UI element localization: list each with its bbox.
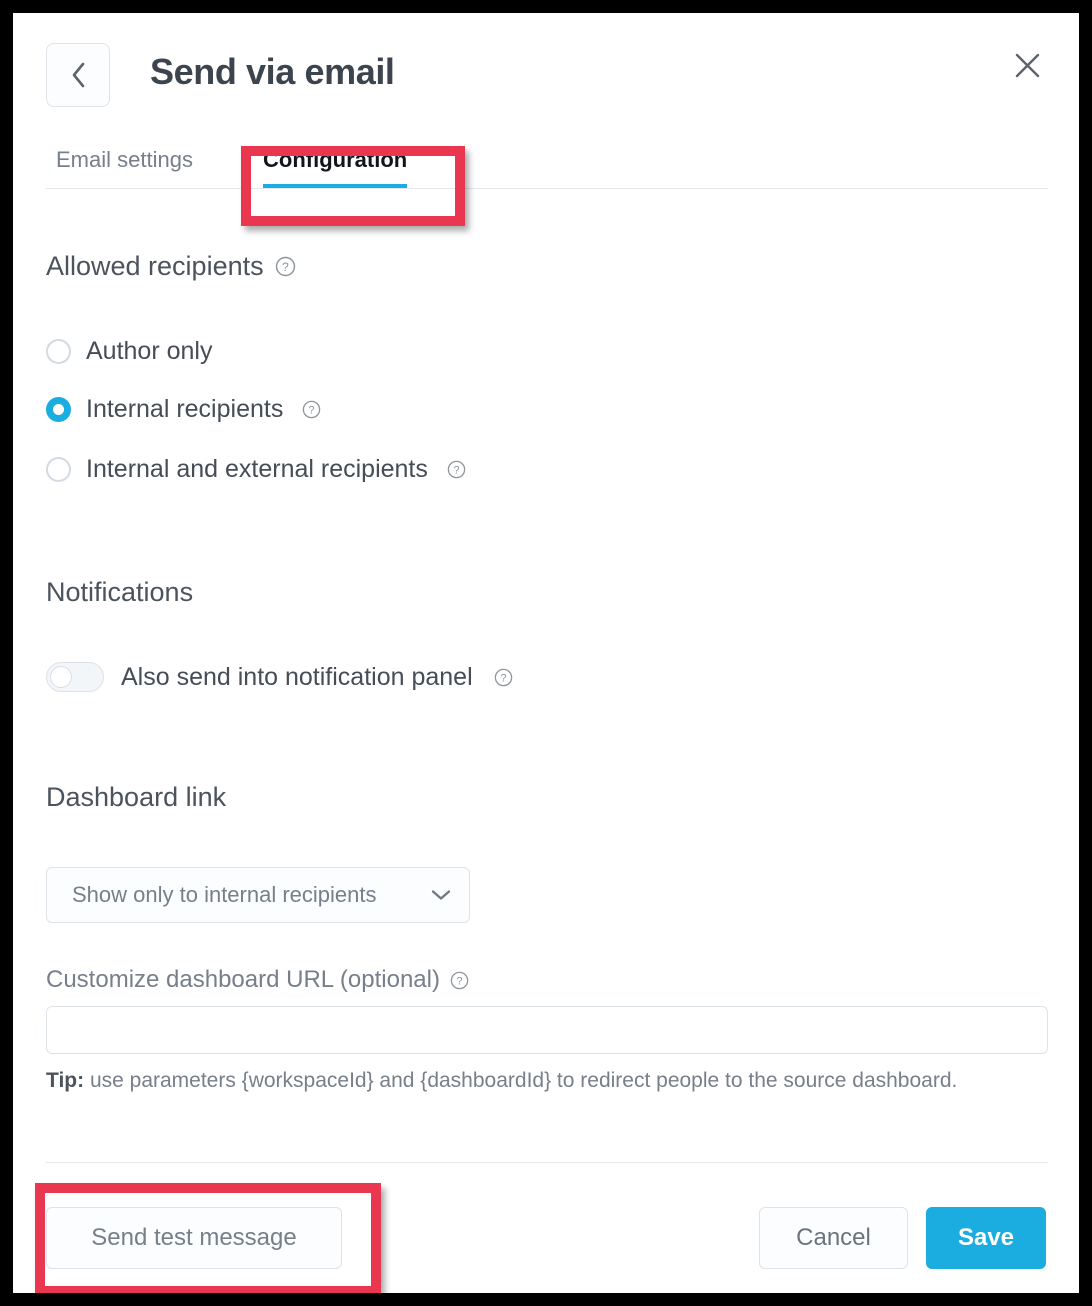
tip-text: use parameters {workspaceId} and {dashbo…: [84, 1069, 958, 1092]
customize-url-label: Customize dashboard URL (optional) ?: [46, 966, 469, 994]
chevron-down-icon: [431, 890, 451, 900]
customize-dashboard-url-input[interactable]: [46, 1006, 1048, 1054]
close-icon: [1015, 53, 1039, 77]
radio-label: Author only: [86, 337, 213, 365]
section-heading-dashboard-link: Dashboard link: [46, 782, 226, 813]
page-title: Send via email: [150, 51, 395, 92]
radio-option-author-only[interactable]: Author only: [46, 339, 212, 364]
cancel-label: Cancel: [796, 1224, 871, 1251]
dialog-header: Send via email: [13, 13, 1079, 131]
close-button[interactable]: [1005, 43, 1049, 87]
help-icon-wrapper[interactable]: ?: [302, 400, 321, 419]
tip-prefix: Tip:: [46, 1069, 85, 1092]
send-test-message-label: Send test message: [91, 1224, 297, 1251]
dashboard-link-title: Dashboard link: [46, 782, 227, 812]
save-label: Save: [957, 1224, 1015, 1251]
svg-text:?: ?: [309, 404, 315, 416]
dashboard-url-tip: Tip: use parameters {workspaceId} and {d…: [46, 1068, 1006, 1095]
dialog-footer: Send test message Cancel Save: [13, 1163, 1079, 1293]
svg-text:?: ?: [282, 260, 289, 274]
help-icon[interactable]: ?: [275, 256, 296, 277]
section-heading-notifications: Notifications: [46, 577, 193, 608]
dialog-body: Allowed recipients ? Author only Interna…: [13, 191, 1079, 1162]
cancel-button[interactable]: Cancel: [759, 1207, 908, 1269]
back-button[interactable]: [46, 43, 110, 107]
customize-url-label-text: Customize dashboard URL (optional): [46, 966, 440, 993]
chevron-left-icon: [72, 62, 84, 88]
help-icon: ?: [494, 668, 512, 686]
send-test-message-button[interactable]: Send test message: [46, 1207, 342, 1269]
svg-text:?: ?: [453, 464, 459, 476]
send-via-email-dialog: Send via email Email settings Configurat…: [13, 13, 1079, 1293]
radio-indicator: [46, 457, 71, 482]
radio-indicator-selected: [46, 397, 71, 422]
radio-option-internal-and-external-recipients[interactable]: Internal and external recipients ?: [46, 457, 466, 482]
svg-text:?: ?: [456, 975, 462, 987]
toggle-label: Also send into notification panel: [121, 662, 473, 691]
notifications-title: Notifications: [46, 577, 194, 607]
tab-bar: Email settings Configuration: [13, 131, 1079, 191]
radio-label: Internal recipients: [86, 395, 284, 423]
notification-panel-toggle[interactable]: [46, 662, 104, 692]
toggle-knob: [50, 666, 72, 688]
radio-label: Internal and external recipients: [86, 455, 428, 483]
radio-indicator: [46, 339, 71, 364]
tab-email-settings-label: Email settings: [56, 147, 193, 172]
tab-bar-divider: [46, 188, 1048, 189]
tab-email-settings[interactable]: Email settings: [56, 131, 193, 189]
toggle-row-notification-panel[interactable]: Also send into notification panel ?: [46, 662, 513, 692]
tab-configuration-label: Configuration: [263, 147, 408, 172]
radio-option-internal-recipients[interactable]: Internal recipients ?: [46, 397, 321, 422]
tab-configuration[interactable]: Configuration: [263, 131, 408, 189]
svg-text:?: ?: [500, 672, 506, 684]
allowed-recipients-title: Allowed recipients: [46, 251, 264, 281]
help-icon: ?: [447, 460, 466, 479]
section-heading-allowed-recipients: Allowed recipients ?: [46, 251, 296, 282]
screenshot-frame: Send via email Email settings Configurat…: [0, 0, 1092, 1306]
help-icon-wrapper[interactable]: ?: [447, 460, 466, 479]
dashboard-link-visibility-select[interactable]: Show only to internal recipients: [46, 867, 470, 923]
help-icon[interactable]: ?: [450, 971, 469, 990]
save-button[interactable]: Save: [926, 1207, 1046, 1269]
help-icon-wrapper[interactable]: ?: [494, 668, 513, 687]
help-icon: ?: [303, 400, 321, 419]
select-value: Show only to internal recipients: [72, 882, 377, 907]
